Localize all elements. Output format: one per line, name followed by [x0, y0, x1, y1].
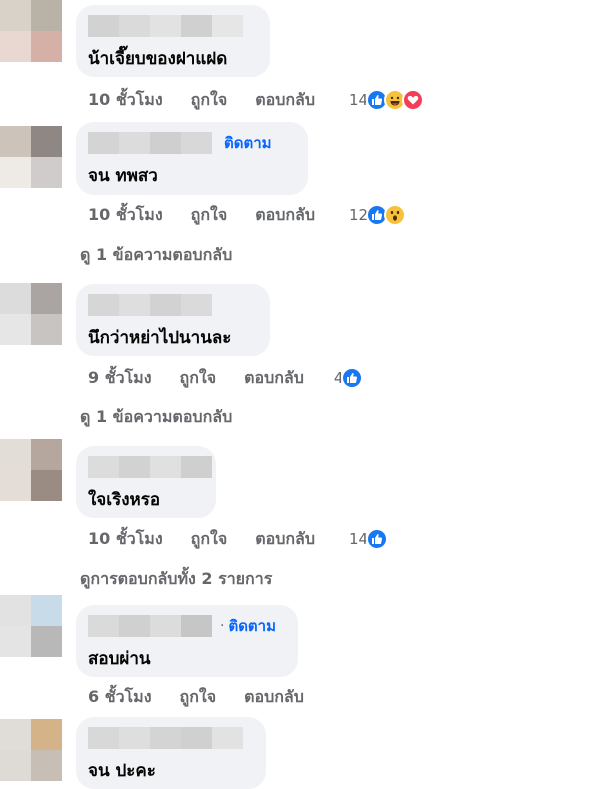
comment-text: สอบผ่าน — [88, 649, 151, 669]
author-name[interactable] — [88, 13, 258, 39]
comment-text: ใจเริงหรอ — [88, 490, 161, 510]
timestamp[interactable]: 10 ชั้วโมง — [88, 527, 163, 552]
blurred-name — [88, 615, 212, 637]
comment-bubble: · ติดตาม สอบผ่าน — [76, 605, 298, 677]
timestamp[interactable]: 10 ชั้วโมง — [88, 88, 163, 113]
reply-button[interactable]: ตอบกลับ — [244, 685, 304, 710]
avatar[interactable] — [0, 283, 62, 345]
blurred-name — [88, 727, 243, 749]
like-button[interactable]: ถูกใจ — [191, 88, 228, 113]
wow-icon — [384, 204, 407, 226]
view-replies-link[interactable]: ดู 1 ข้อความตอบกลับ — [80, 405, 232, 430]
like-button[interactable]: ถูกใจ — [180, 685, 217, 710]
comment-bubble: จน ปะคะ — [76, 717, 266, 789]
reactions[interactable]: 14 — [349, 89, 425, 111]
timestamp[interactable]: 10 ชั้วโมง — [88, 203, 163, 228]
like-button[interactable]: ถูกใจ — [180, 366, 217, 391]
reply-button[interactable]: ตอบกลับ — [244, 366, 304, 391]
blurred-name — [88, 456, 212, 478]
comment-text: จน ทพสว — [88, 166, 158, 186]
follow-button[interactable]: ติดตาม — [228, 614, 276, 638]
avatar[interactable] — [0, 719, 62, 781]
author-name[interactable] — [88, 292, 258, 318]
comment-actions: 10 ชั้วโมง ถูกใจ ตอบกลับ 12 — [88, 202, 407, 228]
comment-bubble: น้าเจี๊ยบของฝาแฝด — [76, 5, 270, 77]
comment-actions: 6 ชั้วโมง ถูกใจ ตอบกลับ — [88, 684, 304, 710]
reply-button[interactable]: ตอบกลับ — [255, 88, 315, 113]
comment-bubble: ติดตาม จน ทพสว — [76, 122, 308, 195]
blurred-name — [88, 15, 243, 37]
comment-text: นึกว่าหย่าไปนานละ — [88, 328, 232, 348]
comment-actions: 10 ชั้วโมง ถูกใจ ตอบกลับ 14 — [88, 87, 425, 113]
avatar[interactable] — [0, 439, 62, 501]
reply-button[interactable]: ตอบกลับ — [255, 203, 315, 228]
comment-text: จน ปะคะ — [88, 761, 156, 781]
like-icon — [341, 367, 364, 389]
love-icon — [402, 89, 425, 111]
avatar[interactable] — [0, 0, 62, 62]
comment-actions: 10 ชั้วโมง ถูกใจ ตอบกลับ 14 — [88, 526, 389, 552]
view-replies-link[interactable]: ดู 1 ข้อความตอบกลับ — [80, 243, 232, 268]
comment-actions: 9 ชั้วโมง ถูกใจ ตอบกลับ 4 — [88, 365, 364, 391]
reactions[interactable]: 12 — [349, 204, 407, 226]
follow-button[interactable]: ติดตาม — [224, 131, 272, 155]
avatar[interactable] — [0, 595, 62, 657]
reactions[interactable]: 14 — [349, 528, 389, 550]
blurred-name — [88, 294, 212, 316]
author-name[interactable]: · ติดตาม — [88, 613, 286, 639]
like-button[interactable]: ถูกใจ — [191, 527, 228, 552]
timestamp[interactable]: 6 ชั้วโมง — [88, 685, 152, 710]
separator-dot: · — [220, 618, 225, 634]
comment-bubble: นึกว่าหย่าไปนานละ — [76, 284, 270, 356]
comment-text: น้าเจี๊ยบของฝาแฝด — [88, 49, 228, 69]
author-name[interactable]: ติดตาม — [88, 130, 296, 156]
blurred-name — [88, 132, 212, 154]
author-name[interactable] — [88, 725, 254, 751]
like-button[interactable]: ถูกใจ — [191, 203, 228, 228]
like-icon — [366, 528, 389, 550]
view-replies-link[interactable]: ดูการตอบกลับทั้ง 2 รายการ — [80, 567, 272, 592]
author-name[interactable] — [88, 454, 212, 480]
timestamp[interactable]: 9 ชั้วโมง — [88, 366, 152, 391]
comment-bubble: ใจเริงหรอ — [76, 446, 216, 518]
reply-button[interactable]: ตอบกลับ — [255, 527, 315, 552]
reactions[interactable]: 4 — [334, 367, 364, 389]
avatar[interactable] — [0, 126, 62, 188]
